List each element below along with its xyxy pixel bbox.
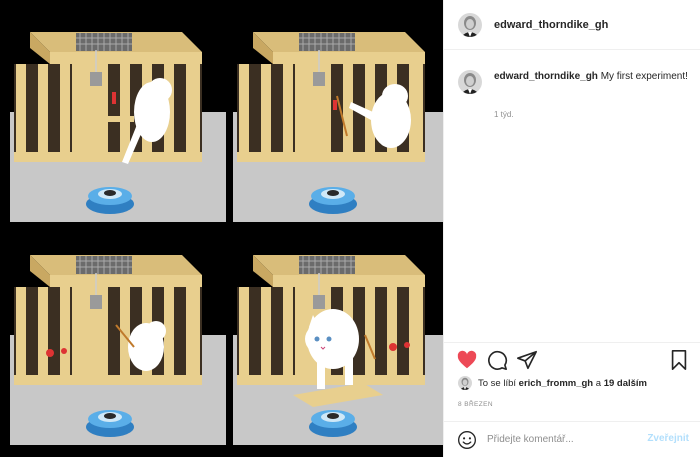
caption-body: edward_thorndike_gh My first experiment! xyxy=(494,70,688,94)
post-sidebar: edward_thorndike_gh edward_thorndike_gh … xyxy=(443,0,700,457)
caption-avatar[interactable] xyxy=(458,70,482,94)
instagram-post: edward_thorndike_gh edward_thorndike_gh … xyxy=(0,0,700,457)
caption: edward_thorndike_gh My first experiment! xyxy=(458,70,694,94)
likes-summary: To se líbí erich_fromm_gh a 19 dalším xyxy=(458,376,647,390)
comment-bubble-icon[interactable] xyxy=(486,349,508,371)
paper-plane-icon[interactable] xyxy=(516,349,538,371)
comment-bar: Zveřejnit xyxy=(444,421,700,457)
caption-timestamp[interactable]: 1 týd. xyxy=(494,110,514,119)
likes-others-link[interactable]: 19 dalším xyxy=(604,378,647,389)
image-panel-3 xyxy=(10,235,226,445)
liker-username[interactable]: erich_fromm_gh xyxy=(519,378,593,389)
publish-button[interactable]: Zveřejnit xyxy=(647,433,689,444)
comment-input[interactable] xyxy=(487,434,627,445)
bookmark-icon[interactable] xyxy=(668,349,690,371)
action-bar xyxy=(444,342,700,376)
heart-icon[interactable] xyxy=(456,349,478,371)
post-image[interactable] xyxy=(0,0,443,457)
post-header: edward_thorndike_gh xyxy=(444,0,700,50)
author-username[interactable]: edward_thorndike_gh xyxy=(494,19,608,31)
smiley-icon[interactable] xyxy=(457,430,477,450)
image-panel-1 xyxy=(10,12,226,222)
likes-prefix: To se líbí xyxy=(478,377,517,389)
post-date[interactable]: 8 BŘEZEN xyxy=(458,401,493,408)
image-panel-4 xyxy=(233,235,443,445)
author-avatar[interactable] xyxy=(458,13,482,37)
image-panel-2 xyxy=(233,12,443,222)
caption-username[interactable]: edward_thorndike_gh xyxy=(494,71,598,82)
likes-middle: a xyxy=(595,377,602,389)
caption-text: My first experiment! xyxy=(600,71,688,82)
liker-avatar[interactable] xyxy=(458,376,472,390)
